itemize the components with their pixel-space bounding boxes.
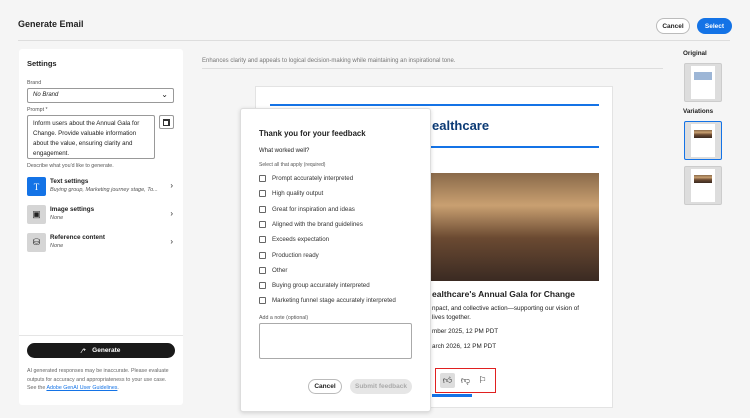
generate-label: Generate	[92, 347, 121, 354]
variation-caption: Enhances clarity and appeals to logical …	[202, 58, 456, 64]
expand-icon	[163, 118, 170, 126]
feedback-option[interactable]: Great for inspiration and ideas	[259, 205, 355, 213]
option-label: Production ready	[272, 251, 319, 259]
select-button[interactable]: Select	[697, 18, 732, 34]
prompt-input[interactable]: Inform users about the Annual Gala for C…	[27, 115, 155, 159]
disclaimer-end: .	[117, 385, 119, 391]
thumbs-down-icon: 👎︎	[460, 375, 471, 385]
image-icon: ▣	[27, 205, 46, 224]
checkbox[interactable]	[259, 175, 266, 182]
checkbox[interactable]	[259, 190, 266, 198]
chevron-right-icon: ›	[170, 237, 173, 246]
original-label: Original	[683, 50, 707, 57]
checkbox[interactable]	[259, 282, 266, 290]
checkbox[interactable]	[259, 266, 266, 274]
option-label: Aligned with the brand guidelines	[272, 220, 363, 228]
email-body-line: npact, and collective action—supporting …	[432, 305, 580, 312]
text-icon: T	[27, 177, 46, 196]
disclaimer: AI generated responses may be inaccurate…	[27, 367, 177, 393]
feedback-option[interactable]: Prompt accurately interpreted	[259, 175, 353, 182]
settings-panel: Settings Brand No Brand ⌄ Prompt * Infor…	[19, 49, 183, 405]
thumbs-up-button[interactable]: 👍︎	[440, 373, 455, 388]
flag-icon: ⚐	[478, 375, 487, 385]
event-photo	[430, 173, 599, 281]
feedback-option[interactable]: Buying group accurately interpreted	[259, 282, 370, 290]
feedback-cancel-button[interactable]: Cancel	[308, 379, 342, 394]
chevron-down-icon: ⌄	[161, 90, 168, 99]
option-label: Exceeds expectation	[272, 236, 330, 244]
cancel-button[interactable]: Cancel	[656, 18, 690, 34]
feedback-title: Thank you for your feedback	[259, 129, 366, 138]
brand-value: No Brand	[33, 92, 59, 98]
thumbs-down-button[interactable]: 👎︎	[458, 373, 473, 388]
item-title: Reference content	[50, 234, 105, 241]
email-heading: ealthcare	[432, 118, 490, 133]
option-label: Marketing funnel stage accurately interp…	[272, 297, 396, 305]
brand-label: Brand	[27, 80, 42, 86]
generate-button[interactable]: ⁄⁺ Generate	[27, 343, 175, 358]
brand-select[interactable]: No Brand ⌄	[27, 88, 174, 103]
reference-content-item[interactable]: ⛁ Reference content None ›	[27, 233, 175, 255]
option-label: Other	[272, 266, 288, 274]
settings-title: Settings	[27, 59, 57, 68]
note-input[interactable]	[259, 323, 412, 359]
feedback-toolbar: 👍︎ 👎︎ ⚐	[435, 368, 496, 393]
feedback-question: What worked well?	[259, 148, 310, 154]
option-label: Great for inspiration and ideas	[272, 205, 355, 213]
option-label: Buying group accurately interpreted	[272, 282, 370, 290]
feedback-option[interactable]: Marketing funnel stage accurately interp…	[259, 297, 396, 305]
option-label: Prompt accurately interpreted	[272, 175, 354, 182]
variation-thumbnail-2[interactable]	[684, 166, 722, 205]
email-subheading: ealthcare's Annual Gala for Change	[432, 289, 575, 299]
text-settings-item[interactable]: T Text settings Buying group, Marketing …	[27, 177, 175, 199]
email-cta-bar	[432, 394, 472, 397]
magic-wand-icon: ⁄⁺	[81, 347, 87, 355]
feedback-option[interactable]: Aligned with the brand guidelines	[259, 220, 363, 228]
panel-divider	[19, 335, 183, 336]
flag-button[interactable]: ⚐	[475, 373, 490, 388]
image-settings-item[interactable]: ▣ Image settings None ›	[27, 205, 175, 227]
feedback-instruction: Select all that apply (required)	[259, 162, 326, 168]
prompt-label: Prompt *	[27, 107, 48, 113]
variations-label: Variations	[683, 108, 714, 115]
thumbs-up-icon: 👍︎	[442, 375, 453, 385]
header-divider	[18, 40, 730, 41]
expand-prompt-button[interactable]	[159, 115, 174, 129]
feedback-dialog: Thank you for your feedback What worked …	[240, 108, 431, 412]
item-subtitle: None	[50, 243, 64, 249]
item-subtitle: None	[50, 215, 64, 221]
email-date: arch 2026, 12 PM PDT	[432, 343, 497, 350]
prompt-help: Describe what you'd like to generate.	[27, 163, 114, 169]
reference-icon: ⛁	[27, 233, 46, 252]
option-label: High quality output	[272, 190, 324, 198]
item-title: Image settings	[50, 206, 95, 213]
checkbox[interactable]	[259, 236, 266, 244]
feedback-option[interactable]: Other	[259, 266, 288, 274]
original-thumbnail[interactable]	[684, 63, 722, 102]
note-label: Add a note (optional)	[259, 315, 309, 321]
guidelines-link[interactable]: Adobe GenAI User Guidelines	[46, 385, 117, 391]
email-body-line: lives together.	[432, 314, 471, 321]
feedback-option[interactable]: Exceeds expectation	[259, 236, 330, 244]
chevron-right-icon: ›	[170, 209, 173, 218]
checkbox[interactable]	[259, 205, 266, 213]
submit-feedback-button[interactable]: Submit feedback	[350, 379, 412, 394]
variation-thumbnail-1[interactable]	[684, 121, 722, 160]
item-title: Text settings	[50, 178, 89, 185]
feedback-option[interactable]: High quality output	[259, 190, 324, 198]
email-top-rule	[270, 104, 599, 106]
caption-divider	[202, 68, 663, 69]
checkbox[interactable]	[259, 251, 266, 259]
feedback-option[interactable]: Production ready	[259, 251, 319, 259]
checkbox[interactable]	[259, 297, 266, 305]
checkbox[interactable]	[259, 220, 266, 228]
page-title: Generate Email	[18, 19, 84, 29]
chevron-right-icon: ›	[170, 181, 173, 190]
email-date: mber 2025, 12 PM PDT	[432, 328, 499, 335]
item-subtitle: Buying group, Marketing journey stage, T…	[50, 187, 158, 193]
